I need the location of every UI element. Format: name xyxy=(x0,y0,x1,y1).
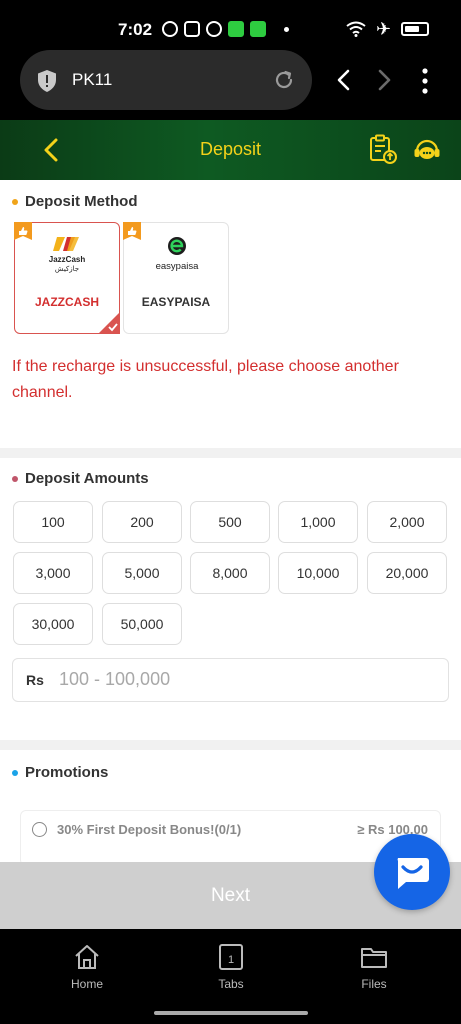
amount-option[interactable]: 50,000 xyxy=(102,603,182,645)
easypaisa-logo-text: easypaisa xyxy=(156,261,199,272)
radio-icon[interactable] xyxy=(32,822,47,837)
section-bullet-icon xyxy=(12,198,18,205)
amount-option[interactable]: 20,000 xyxy=(367,552,447,594)
deposit-amounts-title: Deposit Amounts xyxy=(25,470,149,487)
selected-check-icon xyxy=(98,312,120,334)
section-divider xyxy=(0,448,461,458)
amount-option[interactable]: 5,000 xyxy=(102,552,182,594)
browser-back-icon[interactable] xyxy=(334,68,354,92)
wifi-icon xyxy=(346,21,366,37)
browser-menu-icon[interactable] xyxy=(419,68,431,94)
home-icon xyxy=(75,945,99,969)
nav-tabs[interactable]: 1 Tabs xyxy=(191,943,271,991)
amount-option[interactable]: 3,000 xyxy=(13,552,93,594)
amount-option[interactable]: 100 xyxy=(13,501,93,543)
deposit-records-button[interactable] xyxy=(368,134,398,166)
nav-home[interactable]: Home xyxy=(47,943,127,991)
site-security-icon[interactable] xyxy=(36,69,58,93)
method-card-jazzcash[interactable]: JazzCash جازکیش JAZZCASH xyxy=(14,222,120,334)
amount-option[interactable]: 200 xyxy=(102,501,182,543)
jazzcash-logo-text: JazzCash xyxy=(49,255,86,264)
section-divider xyxy=(0,740,461,750)
currency-label: Rs xyxy=(26,672,44,688)
nav-files-label: Files xyxy=(361,977,387,991)
nav-files[interactable]: Files xyxy=(334,943,414,991)
status-time: 7:02 xyxy=(118,20,153,39)
reload-icon[interactable] xyxy=(272,68,296,92)
system-icons: ✈ xyxy=(346,19,430,39)
tabs-count: 1 xyxy=(228,954,234,966)
method-card-easypaisa[interactable]: easypaisa EASYPAISA xyxy=(123,222,229,334)
status-bar: 7:02 ✈ xyxy=(0,0,461,48)
amount-option[interactable]: 2,000 xyxy=(367,501,447,543)
browser-bottom-nav: Home 1 Tabs Files xyxy=(0,929,461,1024)
store-icon xyxy=(228,21,244,37)
recharge-warning: If the recharge is unsuccessful, please … xyxy=(12,358,399,401)
app-header: Deposit xyxy=(0,120,461,180)
instagram-icon xyxy=(184,21,200,37)
deposit-amounts-heading: Deposit Amounts xyxy=(12,470,149,487)
deposit-method-heading: Deposit Method xyxy=(12,193,138,210)
amount-option[interactable]: 10,000 xyxy=(278,552,358,594)
jazzcash-logo: JazzCash جازکیش xyxy=(49,237,86,273)
amount-input-placeholder[interactable]: 100 - 100,000 xyxy=(59,669,170,690)
amount-input-field[interactable]: Rs 100 - 100,000 xyxy=(12,658,449,702)
nav-home-label: Home xyxy=(70,977,103,991)
folder-icon xyxy=(361,948,387,968)
promotions-title: Promotions xyxy=(25,764,109,781)
more-notifications-dot xyxy=(284,26,289,32)
browser-toolbar: PK11 xyxy=(0,48,461,120)
shield-app-icon xyxy=(250,21,266,37)
hot-badge-icon xyxy=(123,222,141,240)
easypaisa-logo: easypaisa xyxy=(156,237,199,272)
notification-icons xyxy=(162,21,289,37)
amount-option[interactable]: 8,000 xyxy=(190,552,270,594)
method-label-jazzcash: JAZZCASH xyxy=(34,295,99,309)
amount-option[interactable]: 500 xyxy=(190,501,270,543)
customer-support-icon[interactable] xyxy=(412,135,442,165)
airplane-mode-icon: ✈ xyxy=(376,19,392,39)
deposit-method-title: Deposit Method xyxy=(25,193,138,210)
section-bullet-icon xyxy=(12,769,18,776)
live-chat-button[interactable] xyxy=(374,834,450,910)
section-bullet-icon xyxy=(12,475,18,482)
browser-forward-icon[interactable] xyxy=(374,68,394,92)
gesture-home-indicator[interactable] xyxy=(154,1011,308,1015)
whatsapp-icon xyxy=(206,21,222,37)
battery-icon xyxy=(401,22,430,36)
chat-bubble-icon xyxy=(397,858,429,889)
promotions-heading: Promotions xyxy=(12,764,108,781)
method-label-easypaisa: EASYPAISA xyxy=(141,295,211,309)
hot-badge-icon xyxy=(14,222,32,240)
promotion-label: 30% First Deposit Bonus!(0/1) xyxy=(57,822,242,837)
address-bar[interactable]: PK11 xyxy=(20,50,312,110)
url-text[interactable]: PK11 xyxy=(72,70,112,90)
jazzcash-logo-urdu: جازکیش xyxy=(55,265,79,273)
tabs-icon: 1 xyxy=(219,944,243,970)
facebook-icon xyxy=(162,21,178,37)
amount-option[interactable]: 1,000 xyxy=(278,501,358,543)
amount-option[interactable]: 30,000 xyxy=(13,603,93,645)
nav-tabs-label: Tabs xyxy=(218,977,244,991)
